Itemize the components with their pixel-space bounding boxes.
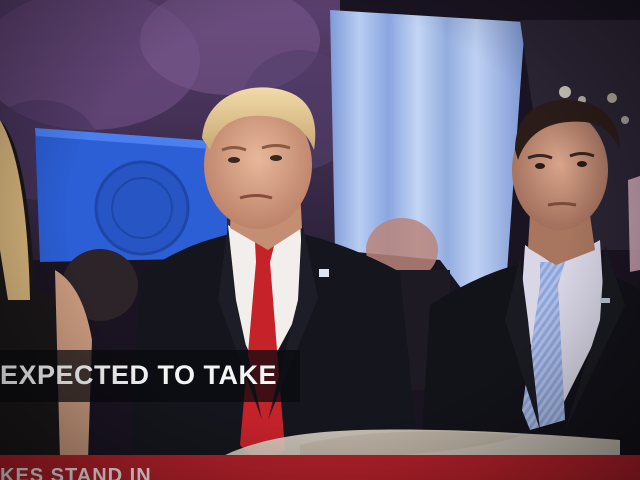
broadcast-photo <box>0 0 640 480</box>
tv-broadcast-frame: EXPECTED TO TAKE KES STAND IN <box>0 0 640 480</box>
lower-third-caption: EXPECTED TO TAKE <box>0 360 278 390</box>
news-ticker-text: KES STAND IN <box>0 465 152 480</box>
news-ticker-bar: KES STAND IN <box>0 455 640 480</box>
